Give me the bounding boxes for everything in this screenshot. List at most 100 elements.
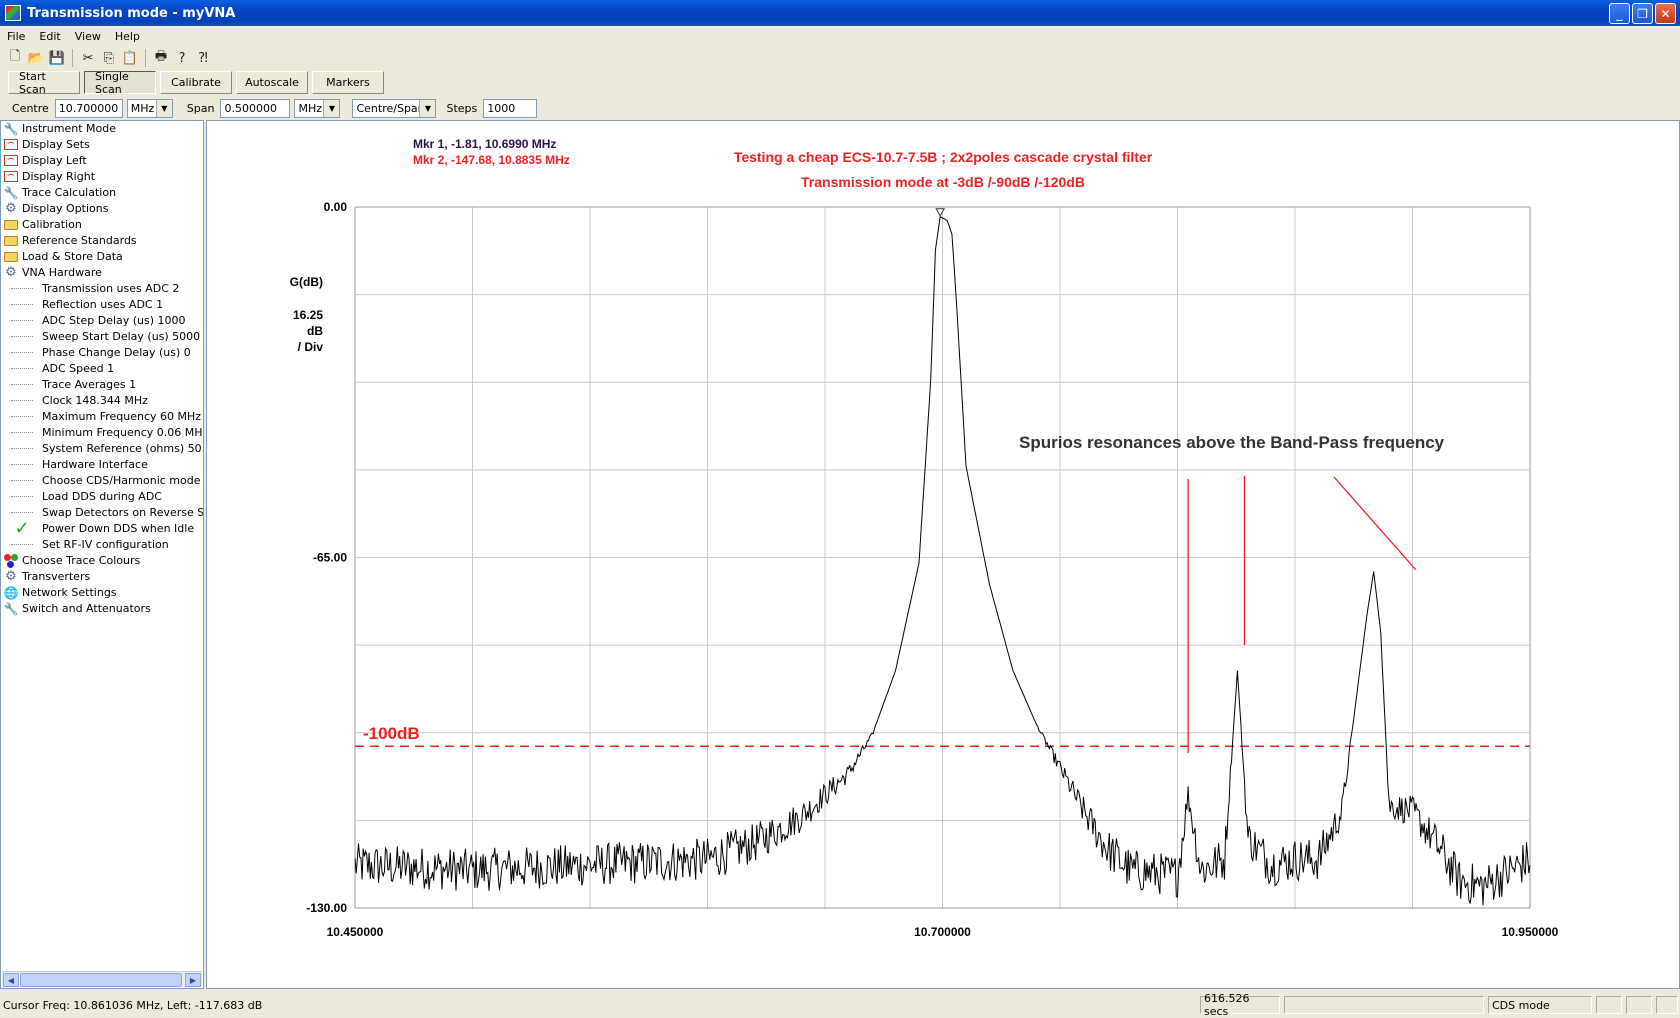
status-empty-pane xyxy=(1284,996,1484,1014)
tree-child-item[interactable]: System Reference (ohms) 50.00 xyxy=(11,441,203,456)
tree-node[interactable]: Choose Trace Colours xyxy=(1,553,140,568)
menu-view[interactable]: View xyxy=(68,30,108,43)
tree-node[interactable]: Calibration xyxy=(1,217,82,232)
tree-child-item[interactable]: Swap Detectors on Reverse Scan xyxy=(11,505,203,520)
calibrate-button[interactable]: Calibrate xyxy=(160,71,232,94)
toolbar: 🗋 📂 💾 ✂ ⎘ 📋 🖶 ? ⁈ xyxy=(0,47,240,69)
steps-input[interactable]: 1000 xyxy=(483,98,538,118)
status-bar: Cursor Freq: 10.861036 MHz, Left: -117.6… xyxy=(0,992,1680,1018)
tree-child-item[interactable]: Trace Averages 1 xyxy=(11,377,136,392)
scroll-thumb[interactable] xyxy=(20,973,182,987)
tree-child-item[interactable]: ADC Speed 1 xyxy=(11,361,114,376)
menu-file[interactable]: File xyxy=(0,30,32,43)
tree-node[interactable]: Display Left xyxy=(1,153,87,168)
open-icon[interactable]: 📂 xyxy=(27,49,45,67)
copy-icon[interactable]: ⎘ xyxy=(100,49,118,67)
plot-panel[interactable]: 0.00 -65.00 -130.00 10.450000 10.700000 10.95… xyxy=(206,120,1680,989)
toolbar-separator xyxy=(145,49,146,67)
scale-unit: dB xyxy=(307,324,323,338)
tree-child-item[interactable]: ✓ Power Down DDS when Idle xyxy=(11,518,194,539)
scale-per-div: 16.25 xyxy=(293,308,323,322)
x-tick-label: 10.450000 xyxy=(327,925,384,939)
print-icon[interactable]: 🖶 xyxy=(152,49,170,67)
tree-child-item[interactable]: ADC Step Delay (us) 1000 xyxy=(11,313,186,328)
tree-node[interactable]: 🔧 Trace Calculation xyxy=(1,185,117,200)
tree-child-item[interactable]: Load DDS during ADC xyxy=(11,489,162,504)
wrench-icon: 🔧 xyxy=(3,121,19,136)
tree-child-item[interactable]: Transmission uses ADC 2 xyxy=(11,281,179,296)
parameter-row: Centre 10.700000 MHz ▼ Span 0.500000 MHz… xyxy=(0,97,538,119)
size-grip-icon[interactable] xyxy=(1656,996,1678,1014)
tree-child-item[interactable]: Sweep Start Delay (us) 5000 xyxy=(11,329,200,344)
start-scan-button[interactable]: Start Scan xyxy=(8,70,80,96)
cut-icon[interactable]: ✂ xyxy=(79,49,97,67)
tree-node[interactable]: 🌐 Network Settings xyxy=(1,585,117,600)
autoscale-button[interactable]: Autoscale xyxy=(236,71,308,94)
tree-child-label: ADC Step Delay (us) 1000 xyxy=(42,314,186,327)
tree-child-label: ADC Speed 1 xyxy=(42,362,115,375)
tree-child-item[interactable]: Phase Change Delay (us) 0 xyxy=(11,345,191,360)
folder-icon xyxy=(3,250,19,264)
display-icon xyxy=(3,154,19,168)
single-scan-button[interactable]: Single Scan xyxy=(84,70,156,96)
tree-node[interactable]: 🔧 Switch and Attenuators xyxy=(1,601,151,616)
span-label: Span xyxy=(186,101,215,115)
tree-child-item[interactable]: Set RF-IV configuration xyxy=(11,537,169,552)
centre-label: Centre xyxy=(12,101,49,115)
context-help-icon[interactable]: ⁈ xyxy=(194,49,212,67)
y-tick-label: -65.00 xyxy=(313,551,347,565)
tree-node[interactable]: Display Sets xyxy=(1,137,90,152)
mode-value: Centre/Span xyxy=(356,101,425,115)
transmission-chart[interactable]: 0.00 -65.00 -130.00 10.450000 10.700000 10.95… xyxy=(207,121,1679,988)
gear-icon: ⚙ xyxy=(5,201,17,216)
tree-child-item[interactable]: Minimum Frequency 0.06 MHz xyxy=(11,425,204,440)
markers-button[interactable]: Markers xyxy=(312,71,384,94)
scroll-left-icon[interactable]: ◀ xyxy=(3,973,19,987)
mode-select[interactable]: Centre/Span ▼ xyxy=(352,98,437,118)
new-icon[interactable]: 🗋 xyxy=(6,49,24,67)
tree-node[interactable]: ⚙ VNA Hardware xyxy=(1,265,102,280)
tree-node[interactable]: Load & Store Data xyxy=(1,249,123,264)
tree-node[interactable]: Reference Standards xyxy=(1,233,137,248)
tree-node[interactable]: Display Right xyxy=(1,169,95,184)
tree-child-label: Choose CDS/Harmonic mode xyxy=(42,474,201,487)
tree-child-item[interactable]: Maximum Frequency 60 MHz xyxy=(11,409,201,424)
tree-node-label: Display Sets xyxy=(22,138,90,151)
tree-node[interactable]: ⚙ Display Options xyxy=(1,201,108,216)
centre-input[interactable]: 10.700000 xyxy=(54,98,123,118)
tree-child-item[interactable]: Choose CDS/Harmonic mode xyxy=(11,473,201,488)
tree-child-item[interactable]: Hardware Interface xyxy=(11,457,148,472)
close-button[interactable]: ✕ xyxy=(1655,3,1676,24)
tree-connector xyxy=(11,320,33,321)
horizontal-scrollbar[interactable]: ◀ ▶ xyxy=(2,971,202,987)
tree-child-item[interactable]: Reflection uses ADC 1 xyxy=(11,297,163,312)
span-unit-value: MHz xyxy=(298,101,323,115)
menu-help[interactable]: Help xyxy=(108,30,147,43)
tree-child-label: Phase Change Delay (us) 0 xyxy=(42,346,191,359)
restore-button[interactable]: ❐ xyxy=(1632,3,1653,24)
tree-connector xyxy=(11,384,33,385)
span-unit-select[interactable]: MHz ▼ xyxy=(294,98,341,118)
centre-unit-select[interactable]: MHz ▼ xyxy=(126,98,173,118)
tree-node[interactable]: 🔧 Instrument Mode xyxy=(1,121,116,136)
gear-icon: ⚙ xyxy=(5,265,17,280)
chevron-down-icon: ▼ xyxy=(323,99,340,117)
scroll-right-icon[interactable]: ▶ xyxy=(185,973,201,987)
menu-edit[interactable]: Edit xyxy=(32,30,67,43)
tree-child-label: Clock 148.344 MHz xyxy=(42,394,148,407)
window-title: Transmission mode - myVNA xyxy=(27,5,236,21)
help-icon[interactable]: ? xyxy=(173,49,191,67)
paste-icon[interactable]: 📋 xyxy=(121,49,139,67)
tree-child-label: Minimum Frequency 0.06 MHz xyxy=(42,426,204,439)
save-icon[interactable]: 💾 xyxy=(48,49,66,67)
tree-connector xyxy=(11,448,33,449)
tree-node-label: Switch and Attenuators xyxy=(22,602,151,615)
tree-node-label: VNA Hardware xyxy=(22,266,102,279)
cursor-readout: Cursor Freq: 10.861036 MHz, Left: -117.6… xyxy=(3,998,263,1012)
tree-node[interactable]: ⚙ Transverters xyxy=(1,569,90,584)
wrench-icon: 🔧 xyxy=(3,601,19,616)
minimize-button[interactable]: _ xyxy=(1609,3,1630,24)
span-input[interactable]: 0.500000 xyxy=(220,98,291,118)
tree-connector xyxy=(11,352,33,353)
tree-child-item[interactable]: Clock 148.344 MHz xyxy=(11,393,148,408)
